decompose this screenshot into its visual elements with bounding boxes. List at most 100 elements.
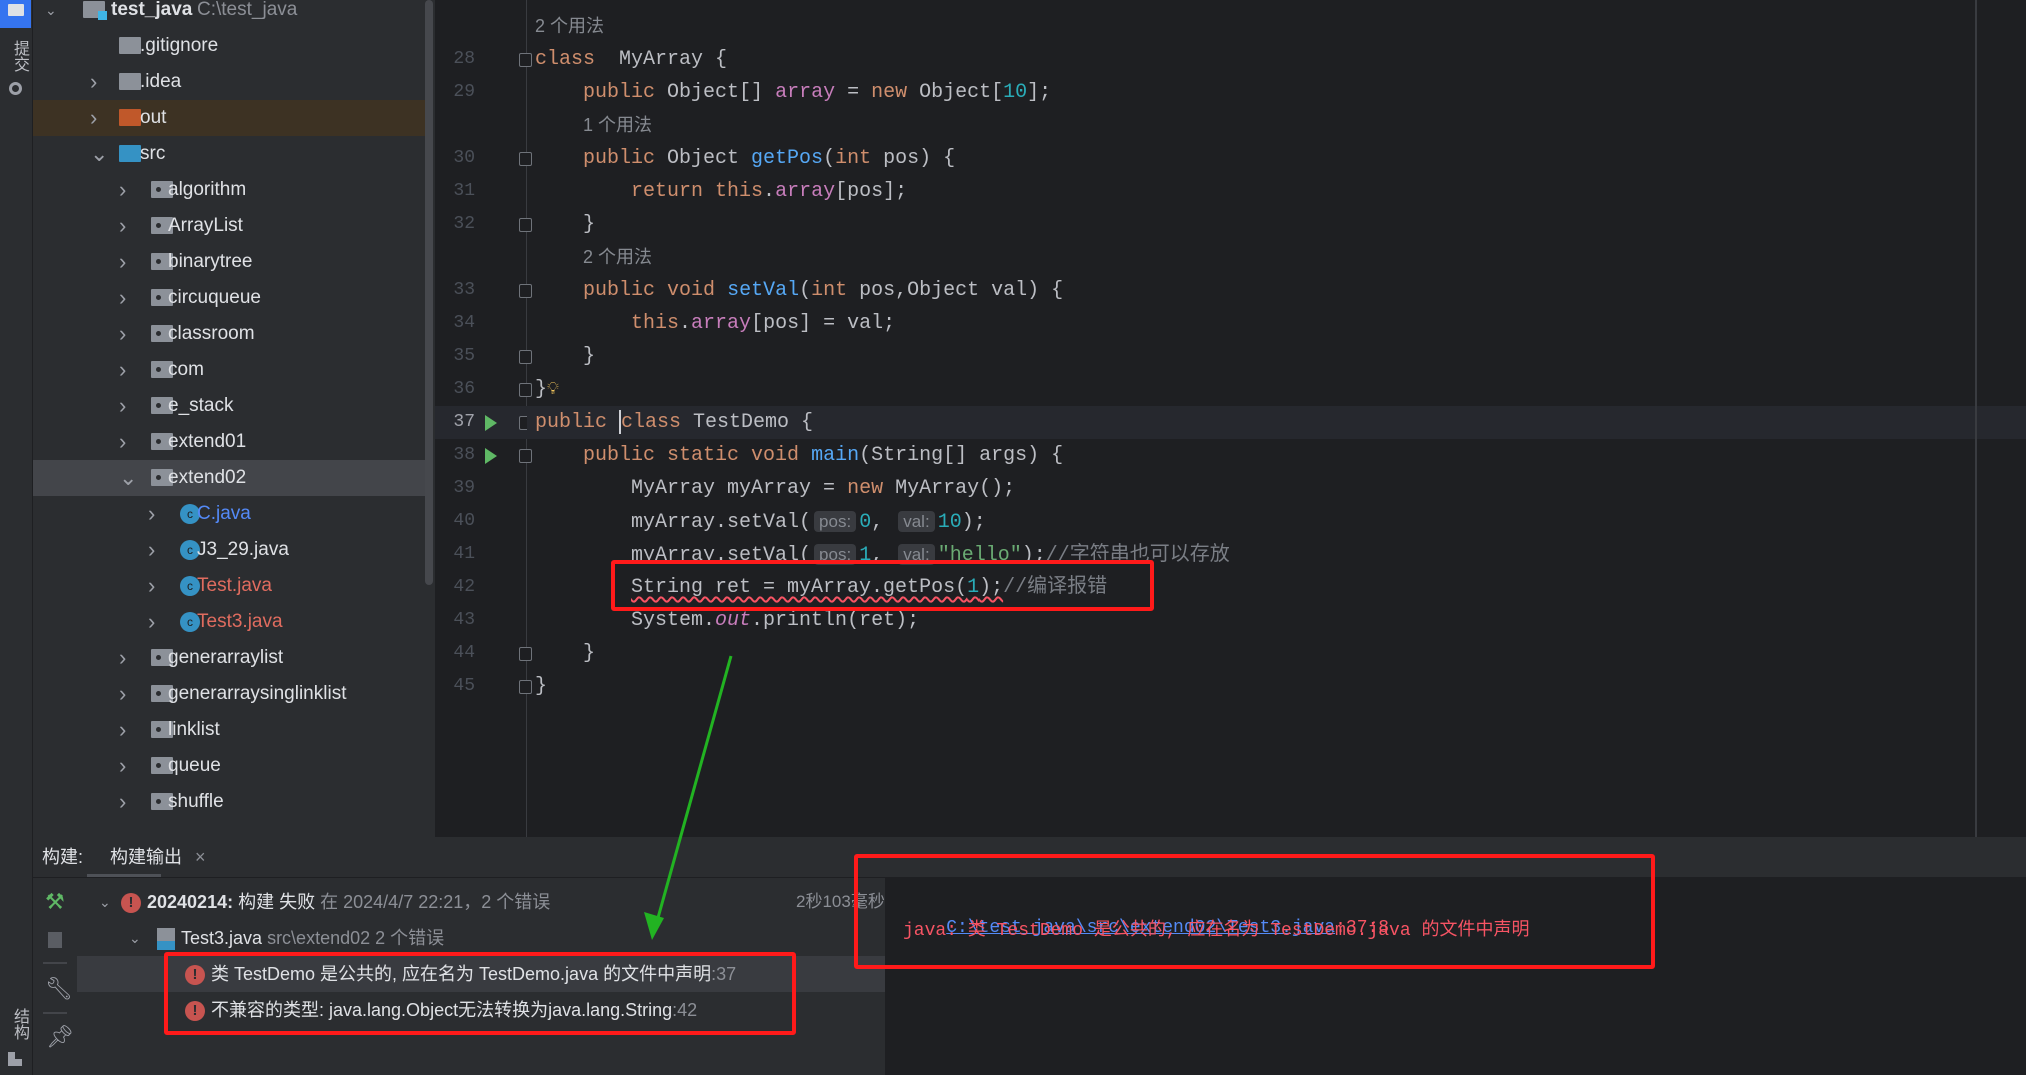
chevron-right-icon[interactable]: › xyxy=(119,352,133,388)
code-token: MyArray(); xyxy=(883,477,1016,500)
close-icon[interactable]: × xyxy=(195,847,206,867)
chevron-down-icon[interactable]: ⌄ xyxy=(99,884,113,920)
chevron-right-icon[interactable]: › xyxy=(90,64,104,100)
chevron-right-icon[interactable]: › xyxy=(148,532,162,568)
line-number: 33 xyxy=(453,280,475,300)
tree-item[interactable]: › c J3_29.java xyxy=(33,532,425,568)
chevron-down-icon[interactable]: ⌄ xyxy=(90,136,108,172)
chevron-right-icon[interactable]: › xyxy=(119,244,133,280)
tree-item-label: queue xyxy=(168,755,221,776)
tree-item[interactable]: › ArrayList xyxy=(33,208,425,244)
tree-item[interactable]: › e_stack xyxy=(33,388,425,424)
code-token: main xyxy=(811,444,860,467)
wrench-icon[interactable]: 🔧︎ xyxy=(45,976,73,1002)
build-summary-row[interactable]: ⌄ ! 20240214: 构建 失败 在 2024/4/7 22:21，2 个错… xyxy=(77,884,885,920)
code-usages-hint[interactable]: 2 个用法 xyxy=(527,10,2026,43)
code-usages-hint[interactable]: 2 个用法 xyxy=(527,241,2026,274)
lightbulb-icon[interactable]: 💡︎ xyxy=(547,379,559,399)
error-icon: ! xyxy=(185,965,205,986)
tree-item[interactable]: ⌄ extend02 xyxy=(33,460,425,496)
tree-item[interactable]: › .idea xyxy=(33,64,425,100)
code-token: [pos] = val; xyxy=(751,312,896,335)
code-line: this.array[pos] = val; xyxy=(527,307,2026,340)
tree-item-label: extend01 xyxy=(168,431,247,452)
tree-item[interactable]: › queue xyxy=(33,748,425,784)
line-number: 35 xyxy=(453,346,475,366)
pin-icon[interactable]: 📌︎ xyxy=(46,1024,74,1050)
code-token: getPos xyxy=(751,147,824,170)
tree-item[interactable]: ⌄ src xyxy=(33,136,425,172)
code-token: String ret = myArray.getPos( xyxy=(631,576,968,599)
code-token: "hello" xyxy=(937,544,1022,567)
project-tool-button[interactable] xyxy=(0,0,31,28)
build-tool-window-header: 构建: 构建输出 × xyxy=(33,837,2026,878)
tree-item-root[interactable]: ⌄ test_java C:\test_java xyxy=(33,0,425,28)
tree-item-label: e_stack xyxy=(168,395,234,416)
build-error-row[interactable]: ! 不兼容的类型: java.lang.Object无法转换为java.lang.… xyxy=(77,992,885,1028)
stop-icon[interactable] xyxy=(48,932,62,948)
project-folder-icon xyxy=(83,1,107,20)
chevron-right-icon[interactable]: › xyxy=(119,640,133,676)
chevron-right-icon[interactable]: › xyxy=(119,676,133,712)
code-token: array xyxy=(775,81,836,104)
run-icon[interactable] xyxy=(485,415,497,431)
chevron-right-icon[interactable]: › xyxy=(119,712,133,748)
chevron-right-icon[interactable]: › xyxy=(148,496,162,532)
structure-icon xyxy=(8,1052,22,1066)
chevron-right-icon[interactable]: › xyxy=(148,568,162,604)
chevron-right-icon[interactable]: › xyxy=(148,604,162,640)
code-editor[interactable]: 2 个用法 class MyArray { public Object[] arr… xyxy=(527,0,2026,837)
tree-item[interactable]: › com xyxy=(33,352,425,388)
build-error-row[interactable]: ! 类 TestDemo 是公共的, 应在名为 TestDemo.java 的文件… xyxy=(77,956,885,992)
run-icon[interactable] xyxy=(485,448,497,464)
chevron-right-icon[interactable]: › xyxy=(119,280,133,316)
code-token: array xyxy=(775,180,836,203)
tree-item[interactable]: › algorithm xyxy=(33,172,425,208)
chevron-down-icon[interactable]: ⌄ xyxy=(119,460,137,496)
tree-item[interactable]: › linklist xyxy=(33,712,425,748)
chevron-right-icon[interactable]: › xyxy=(119,388,133,424)
build-detail: 在 2024/4/7 22:21，2 个错误 xyxy=(320,892,551,912)
code-line: public Object[] array = new Object[10]; xyxy=(527,76,2026,109)
chevron-right-icon[interactable]: › xyxy=(119,208,133,244)
tree-item[interactable]: › generarraylist xyxy=(33,640,425,676)
tree-item[interactable]: › circuqueue xyxy=(33,280,425,316)
chevron-right-icon[interactable]: › xyxy=(119,316,133,352)
tree-item[interactable]: › classroom xyxy=(33,316,425,352)
code-token: public static void xyxy=(583,444,800,467)
chevron-right-icon[interactable]: › xyxy=(119,784,133,820)
tree-item[interactable]: › c Test3.java xyxy=(33,604,425,640)
chevron-right-icon[interactable]: › xyxy=(119,748,133,784)
tree-item[interactable]: › c C.java xyxy=(33,496,425,532)
tree-item-label: Test.java xyxy=(197,575,272,596)
tree-item[interactable]: › generarraysinglinklist xyxy=(33,676,425,712)
structure-tool-button[interactable]: 结构 xyxy=(7,1008,31,1040)
parameter-hint: val: xyxy=(898,544,935,565)
chevron-right-icon[interactable]: › xyxy=(119,172,133,208)
tree-item[interactable]: › shuffle xyxy=(33,784,425,820)
hammer-icon[interactable]: ⚒ xyxy=(45,891,65,913)
divider xyxy=(43,1012,67,1014)
tab-build-output[interactable]: 构建输出 × xyxy=(110,837,206,878)
commit-tool-button[interactable]: 提交 xyxy=(7,40,31,72)
chevron-right-icon[interactable]: › xyxy=(119,424,133,460)
tree-item[interactable]: › out xyxy=(33,100,425,136)
code-token: System. xyxy=(535,609,716,632)
tree-scrollbar[interactable] xyxy=(425,0,433,585)
tree-item[interactable]: › binarytree xyxy=(33,244,425,280)
tree-item[interactable]: › c Test.java xyxy=(33,568,425,604)
editor-gutter: 28 29 30 31 32 33 34 35 36 37 38 39 40 41 42 43 44 45 xyxy=(435,0,532,837)
code-token: public xyxy=(583,147,656,170)
chevron-right-icon[interactable]: › xyxy=(90,100,104,136)
tree-item-label: linklist xyxy=(168,719,220,740)
tree-item[interactable]: .gitignore xyxy=(33,28,425,64)
chevron-down-icon[interactable]: ⌄ xyxy=(129,920,143,956)
tree-item[interactable]: › extend01 xyxy=(33,424,425,460)
code-token: 1 xyxy=(859,544,872,567)
code-usages-hint[interactable]: 1 个用法 xyxy=(527,109,2026,142)
chevron-down-icon[interactable]: ⌄ xyxy=(45,0,59,28)
code-token: } xyxy=(535,675,548,698)
build-file-row[interactable]: ⌄ Test3.java src\extend02 2 个错误 xyxy=(77,920,885,956)
code-token: //编译报错 xyxy=(1003,576,1108,599)
code-token: ( xyxy=(823,147,836,170)
